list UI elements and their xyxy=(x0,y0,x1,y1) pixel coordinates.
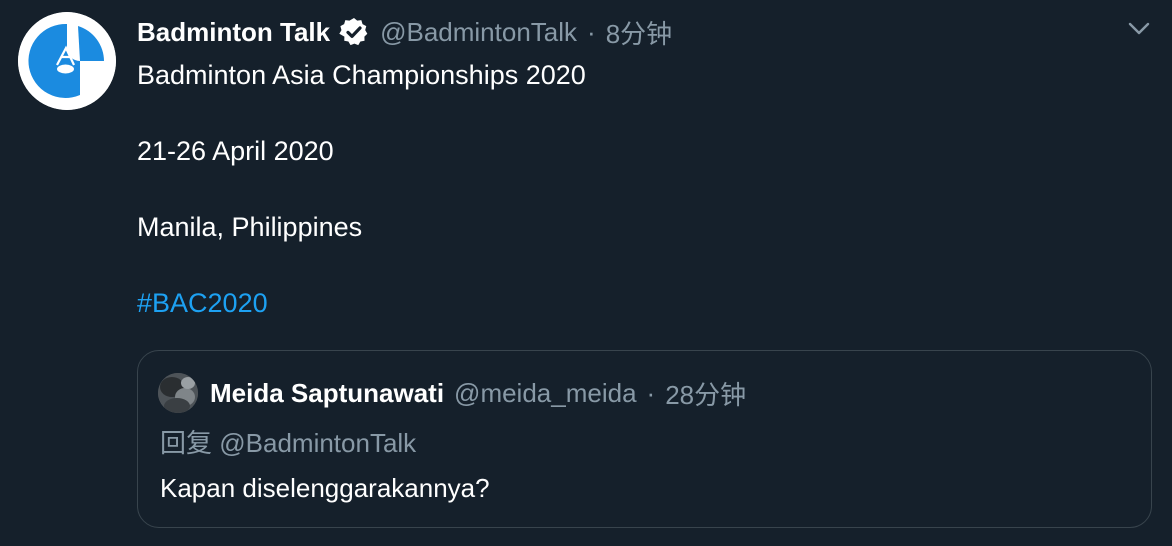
hashtag-link[interactable]: #BAC2020 xyxy=(137,288,268,318)
user-avatar-photo xyxy=(158,373,198,413)
quoted-tweet-timestamp[interactable]: 28分钟 xyxy=(665,375,746,412)
author-name[interactable]: Badminton Talk xyxy=(137,17,330,48)
quoted-author-name[interactable]: Meida Saptunawati xyxy=(210,378,444,409)
tweet-text-line: 21-26 April 2020 xyxy=(137,136,334,166)
separator-dot: · xyxy=(587,16,596,47)
separator-dot: · xyxy=(646,377,656,408)
reply-mention-link[interactable]: @BadmintonTalk xyxy=(219,428,416,458)
quoted-tweet[interactable]: Meida Saptunawati @meida_meida · 28分钟 回复… xyxy=(137,350,1152,528)
tweet-header: Badminton Talk @BadmintonTalk · 8分钟 xyxy=(137,14,672,50)
tweet[interactable]: Badminton Talk @BadmintonTalk · 8分钟 Badm… xyxy=(0,0,1172,546)
verified-badge-icon xyxy=(338,16,370,48)
author-handle[interactable]: @BadmintonTalk xyxy=(380,17,577,48)
reply-context: 回复 @BadmintonTalk xyxy=(160,423,416,460)
author-avatar[interactable] xyxy=(18,12,116,110)
quoted-tweet-text: Kapan diselenggarakannya? xyxy=(160,473,490,503)
tweet-timestamp[interactable]: 8分钟 xyxy=(606,14,672,51)
quoted-tweet-header: Meida Saptunawati @meida_meida · 28分钟 xyxy=(210,375,746,411)
chevron-down-icon[interactable] xyxy=(1124,16,1154,42)
shuttlecock-logo-icon xyxy=(18,12,116,110)
quoted-author-handle[interactable]: @meida_meida xyxy=(454,378,636,409)
reply-prefix: 回复 xyxy=(160,428,213,458)
tweet-text-line: Badminton Asia Championships 2020 xyxy=(137,60,586,90)
tweet-text-line: Manila, Philippines xyxy=(137,212,363,242)
tweet-text: Badminton Asia Championships 2020 21-26 … xyxy=(137,56,1117,322)
quoted-author-avatar[interactable] xyxy=(158,373,198,413)
